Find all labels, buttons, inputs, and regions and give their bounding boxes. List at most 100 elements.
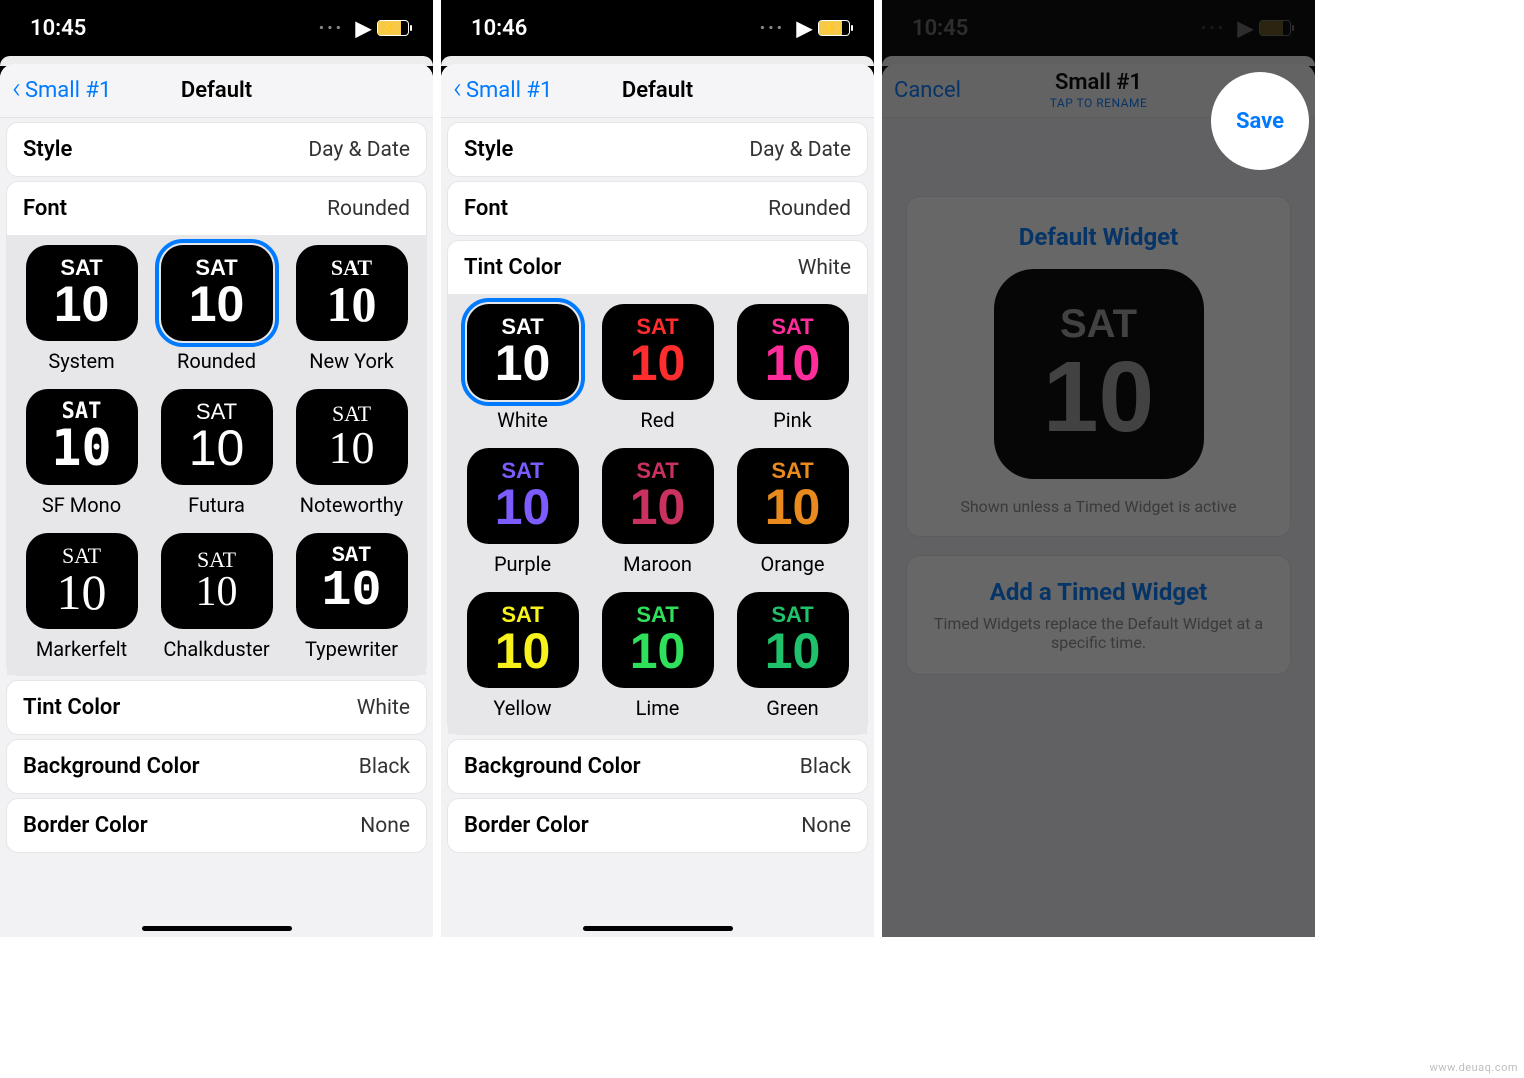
font-option-sf-mono[interactable]: SAT10 SF Mono: [17, 389, 146, 527]
font-option-chalkduster[interactable]: SAT10 Chalkduster: [152, 533, 281, 671]
bg-row[interactable]: Background Color Black: [7, 740, 426, 793]
tile-label: SF Mono: [42, 493, 121, 517]
status-icons: ▶︎ ⚡: [759, 16, 850, 41]
tint-option-purple[interactable]: SAT10Purple: [458, 448, 587, 586]
nav-title: Default: [622, 78, 693, 103]
preview-day: SAT: [1060, 302, 1137, 347]
font-option-markerfelt[interactable]: SAT10Markerfelt: [17, 533, 146, 671]
tint-option-lime[interactable]: SAT10 Lime: [593, 592, 722, 730]
style-row[interactable]: Style Day & Date: [448, 123, 867, 176]
row-value: None: [360, 814, 410, 838]
tile-num: 10: [630, 338, 686, 388]
cancel-label: Cancel: [894, 78, 961, 103]
tile-label: Futura: [188, 493, 245, 517]
style-row[interactable]: Style Day & Date: [7, 123, 426, 176]
card-caption: Shown unless a Timed Widget is active: [921, 497, 1276, 516]
font-tile: SAT10: [161, 533, 273, 629]
save-button[interactable]: Save: [1249, 64, 1297, 117]
row-label: Background Color: [23, 754, 200, 779]
font-row[interactable]: Font Rounded: [7, 182, 426, 235]
chevron-left-icon: ‹: [12, 74, 21, 104]
tile-num: 10: [54, 279, 110, 329]
phone-3: 10:45 ▶︎ ⚡ Cancel Small #1 TAP TO RENAME…: [882, 0, 1315, 937]
font-option-typewriter[interactable]: SAT10Typewriter: [287, 533, 416, 671]
font-option-new-york[interactable]: SAT10New York: [287, 245, 416, 383]
card-title: Add a Timed Widget: [927, 578, 1270, 606]
card-caption: Timed Widgets replace the Default Widget…: [927, 614, 1270, 652]
sheet: ‹ Small #1 Default Style Day & Date Font…: [441, 64, 874, 937]
tile-label: Orange: [761, 552, 825, 576]
row-value: White: [798, 256, 851, 280]
font-option-noteworthy[interactable]: SAT10Noteworthy: [287, 389, 416, 527]
border-row[interactable]: Border Color None: [7, 799, 426, 852]
bg-row[interactable]: Background Color Black: [448, 740, 867, 793]
tint-section: Tint Color White SAT10WhiteSAT10RedSAT10…: [447, 240, 868, 735]
timed-widget-card[interactable]: Add a Timed Widget Timed Widgets replace…: [906, 555, 1291, 675]
tile-num: 10: [765, 338, 821, 388]
nav-bar: Cancel Small #1 TAP TO RENAME Save: [882, 64, 1315, 118]
tint-option-white[interactable]: SAT10White: [458, 304, 587, 442]
home-indicator[interactable]: [583, 926, 733, 931]
tile-label: Lime: [636, 696, 680, 720]
font-option-system[interactable]: SAT10System: [17, 245, 146, 383]
content[interactable]: Default Widget SAT 10 Shown unless a Tim…: [882, 118, 1315, 937]
back-button[interactable]: ‹ Small #1: [12, 64, 111, 117]
tint-tile: SAT10: [602, 592, 714, 688]
tile-day: SAT: [197, 549, 236, 571]
tile-label: Purple: [494, 552, 551, 576]
content[interactable]: Style Day & Date Font Rounded SAT10Syste…: [0, 118, 433, 937]
tint-option-red[interactable]: SAT10Red: [593, 304, 722, 442]
font-tile: SAT10: [26, 389, 138, 485]
row-label: Background Color: [464, 754, 641, 779]
tile-label: Markerfelt: [36, 637, 127, 661]
row-label: Style: [464, 137, 513, 162]
back-button[interactable]: ‹ Small #1: [453, 64, 552, 117]
default-widget-card[interactable]: Default Widget SAT 10 Shown unless a Tim…: [906, 196, 1291, 537]
tile-num: 10: [630, 482, 686, 532]
tint-option-pink[interactable]: SAT10Pink: [728, 304, 857, 442]
wifi-icon: ▶︎: [797, 16, 812, 40]
tile-label: Chalkduster: [163, 637, 269, 661]
tint-option-green[interactable]: SAT10Green: [728, 592, 857, 730]
border-section: Border Color None: [6, 798, 427, 853]
row-value: Day & Date: [308, 138, 410, 162]
font-option-futura[interactable]: SAT10Futura: [152, 389, 281, 527]
font-option-rounded[interactable]: SAT10Rounded: [152, 245, 281, 383]
watermark: www.deuaq.com: [1430, 1061, 1518, 1074]
cancel-button[interactable]: Cancel: [894, 64, 961, 117]
font-section: Font Rounded: [447, 181, 868, 236]
row-value: Rounded: [327, 197, 410, 221]
status-bar: 10:45 ▶︎ ⚡: [882, 0, 1315, 56]
wifi-icon: ▶︎: [356, 16, 371, 40]
status-time: 10:45: [30, 16, 86, 41]
tint-option-maroon[interactable]: SAT10Maroon: [593, 448, 722, 586]
tint-option-orange[interactable]: SAT10Orange: [728, 448, 857, 586]
tint-option-yellow[interactable]: SAT10Yellow: [458, 592, 587, 730]
font-row[interactable]: Font Rounded: [448, 182, 867, 235]
cellular-icon: [759, 16, 790, 41]
status-bar: 10:45 ▶︎ ⚡: [0, 0, 433, 56]
tint-tile: SAT10: [737, 304, 849, 400]
home-indicator[interactable]: [142, 926, 292, 931]
border-row[interactable]: Border Color None: [448, 799, 867, 852]
tint-row[interactable]: Tint Color White: [7, 681, 426, 734]
row-value: Rounded: [768, 197, 851, 221]
row-value: Black: [800, 755, 851, 779]
nav-title-rename[interactable]: Small #1 TAP TO RENAME: [1050, 70, 1148, 111]
nav-title: Default: [181, 78, 252, 103]
tile-num: 10: [57, 567, 107, 617]
back-label: Small #1: [466, 78, 552, 103]
row-value: White: [357, 696, 410, 720]
row-label: Border Color: [464, 813, 589, 838]
chevron-left-icon: ‹: [453, 74, 462, 104]
bg-section: Background Color Black: [447, 739, 868, 794]
tile-label: New York: [309, 349, 394, 373]
cellular-icon: [318, 16, 349, 41]
preview-num: 10: [1043, 347, 1154, 447]
tile-label: System: [48, 349, 114, 373]
content[interactable]: Style Day & Date Font Rounded Tint Color…: [441, 118, 874, 937]
battery-icon: ⚡: [377, 20, 409, 36]
row-value: None: [801, 814, 851, 838]
tint-row[interactable]: Tint Color White: [448, 241, 867, 294]
style-section: Style Day & Date: [447, 122, 868, 177]
